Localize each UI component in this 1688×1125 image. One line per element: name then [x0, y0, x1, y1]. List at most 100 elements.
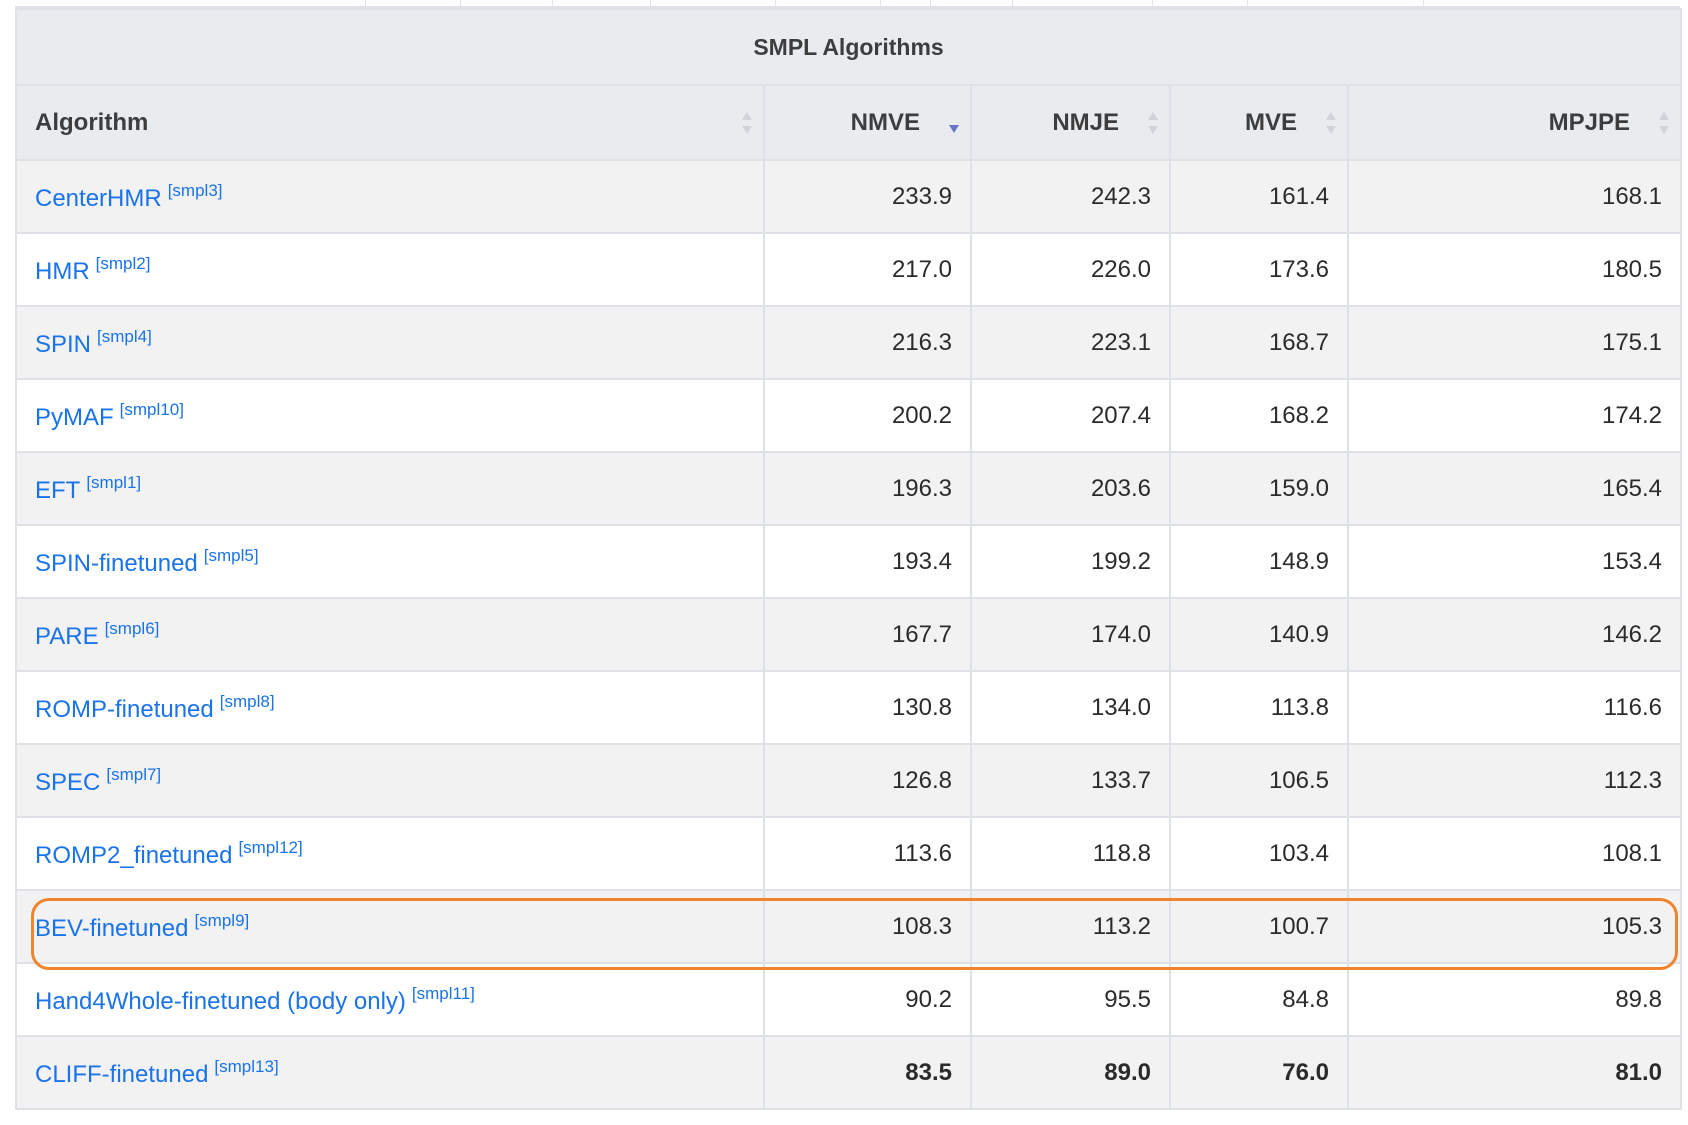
metric-cell-mve: 106.5: [1169, 743, 1349, 818]
column-header-mve[interactable]: MVE: [1169, 84, 1349, 161]
metric-cell-mpjpe: 165.4: [1346, 451, 1683, 526]
metric-cell-nmje: 207.4: [970, 378, 1171, 453]
reference-link[interactable]: [smpl9]: [194, 911, 249, 930]
reference-link[interactable]: [smpl5]: [204, 546, 259, 565]
sort-icon[interactable]: [1325, 111, 1337, 134]
metric-cell-nmve: 108.3: [763, 889, 972, 964]
sort-icon[interactable]: [741, 111, 753, 134]
metric-cell-nmje: 174.0: [970, 597, 1171, 672]
algorithm-cell: BEV-finetuned [smpl9]: [15, 889, 765, 964]
column-header-label: NMVE: [850, 108, 920, 136]
metric-cell-nmve: 130.8: [763, 670, 972, 745]
table-row: ROMP-finetuned [smpl8] 130.8 134.0 113.8 116.…: [15, 670, 1683, 745]
algorithm-link[interactable]: ROMP-finetuned: [35, 696, 214, 723]
metric-cell-mve: 84.8: [1169, 962, 1349, 1037]
metric-cell-nmve: 126.8: [763, 743, 972, 818]
reference-link[interactable]: [smpl2]: [96, 254, 151, 273]
metric-cell-mve: 159.0: [1169, 451, 1349, 526]
algorithm-link[interactable]: HMR: [35, 258, 90, 285]
metric-cell-mpjpe: 146.2: [1346, 597, 1683, 672]
table-row: HMR [smpl2] 217.0 226.0 173.6 180.5: [15, 232, 1683, 307]
smpl-algorithms-table: SMPL Algorithms Algorithm NMVE NMJE MVE MPJP…: [14, 8, 1683, 1110]
metric-cell-nmje: 89.0: [970, 1035, 1171, 1110]
reference-link[interactable]: [smpl12]: [238, 838, 302, 857]
metric-cell-nmje: 95.5: [970, 962, 1171, 1037]
algorithm-cell: CLIFF-finetuned [smpl13]: [15, 1035, 765, 1110]
metric-cell-mve: 168.2: [1169, 378, 1349, 453]
metric-cell-nmje: 134.0: [970, 670, 1171, 745]
metric-cell-mve: 148.9: [1169, 524, 1349, 599]
reference-link[interactable]: [smpl4]: [97, 327, 152, 346]
column-header-label: MVE: [1244, 108, 1297, 136]
table-row: ROMP2_finetuned [smpl12] 113.6 118.8 103.4 10…: [15, 816, 1683, 891]
algorithm-link[interactable]: ROMP2_finetuned: [35, 842, 232, 869]
table-row: Hand4Whole-finetuned (body only) [smpl11]…: [15, 962, 1683, 1037]
column-header-nmje[interactable]: NMJE: [970, 84, 1171, 161]
algorithm-link[interactable]: PyMAF: [35, 404, 114, 431]
algorithm-link[interactable]: BEV-finetuned: [35, 915, 188, 942]
metric-cell-nmje: 242.3: [970, 159, 1171, 234]
table-row: CLIFF-finetuned [smpl13] 83.5 89.0 76.0 81.0: [15, 1035, 1683, 1110]
column-header-algorithm[interactable]: Algorithm: [15, 84, 765, 161]
algorithm-link[interactable]: PARE: [35, 623, 99, 650]
metric-cell-nmje: 199.2: [970, 524, 1171, 599]
table-row: EFT [smpl1] 196.3 203.6 159.0 165.4: [15, 451, 1683, 526]
column-header-mpjpe[interactable]: MPJPE: [1346, 84, 1683, 161]
algorithm-link[interactable]: SPIN-finetuned: [35, 550, 198, 577]
column-header-label: Algorithm: [35, 108, 149, 136]
algorithm-cell: HMR [smpl2]: [15, 232, 765, 307]
reference-link[interactable]: [smpl1]: [86, 473, 141, 492]
algorithm-link[interactable]: SPEC: [35, 769, 100, 796]
algorithm-cell: Hand4Whole-finetuned (body only) [smpl11]: [15, 962, 765, 1037]
algorithm-cell: SPIN [smpl4]: [15, 305, 765, 380]
reference-link[interactable]: [smpl10]: [120, 400, 184, 419]
reference-link[interactable]: [smpl7]: [106, 765, 161, 784]
table-row: PARE [smpl6] 167.7 174.0 140.9 146.2: [15, 597, 1683, 672]
table-row: CenterHMR [smpl3] 233.9 242.3 161.4 168.1: [15, 159, 1683, 234]
metric-cell-mpjpe: 153.4: [1346, 524, 1683, 599]
column-header-nmve[interactable]: NMVE: [763, 84, 972, 161]
metric-cell-mpjpe: 108.1: [1346, 816, 1683, 891]
sort-icon[interactable]: [1658, 111, 1670, 134]
algorithm-link[interactable]: Hand4Whole-finetuned (body only): [35, 988, 406, 1015]
algorithm-link[interactable]: SPIN: [35, 331, 91, 358]
algorithm-cell: ROMP2_finetuned [smpl12]: [15, 816, 765, 891]
metric-cell-mve: 173.6: [1169, 232, 1349, 307]
algorithm-cell: ROMP-finetuned [smpl8]: [15, 670, 765, 745]
metric-cell-nmve: 90.2: [763, 962, 972, 1037]
reference-link[interactable]: [smpl3]: [168, 181, 223, 200]
algorithm-link[interactable]: CenterHMR: [35, 185, 162, 212]
algorithm-link[interactable]: EFT: [35, 477, 80, 504]
algorithm-cell: EFT [smpl1]: [15, 451, 765, 526]
algorithm-cell: PyMAF [smpl10]: [15, 378, 765, 453]
metric-cell-mpjpe: 116.6: [1346, 670, 1683, 745]
algorithm-cell: SPIN-finetuned [smpl5]: [15, 524, 765, 599]
metric-cell-mve: 113.8: [1169, 670, 1349, 745]
metric-cell-nmve: 217.0: [763, 232, 972, 307]
metric-cell-mpjpe: 168.1: [1346, 159, 1683, 234]
metric-cell-mve: 140.9: [1169, 597, 1349, 672]
table-row: SPIN-finetuned [smpl5] 193.4 199.2 148.9 153.…: [15, 524, 1683, 599]
table-row: BEV-finetuned [smpl9] 108.3 113.2 100.7 105.3: [15, 889, 1683, 964]
sort-icon[interactable]: [1147, 111, 1159, 134]
algorithm-cell: PARE [smpl6]: [15, 597, 765, 672]
reference-link[interactable]: [smpl11]: [412, 984, 475, 1003]
metric-cell-nmje: 226.0: [970, 232, 1171, 307]
reference-link[interactable]: [smpl6]: [105, 619, 160, 638]
reference-link[interactable]: [smpl8]: [220, 692, 275, 711]
metric-cell-nmve: 113.6: [763, 816, 972, 891]
metric-cell-mve: 100.7: [1169, 889, 1349, 964]
metric-cell-mpjpe: 174.2: [1346, 378, 1683, 453]
metric-cell-nmve: 233.9: [763, 159, 972, 234]
metric-cell-nmve: 196.3: [763, 451, 972, 526]
metric-cell-mpjpe: 81.0: [1346, 1035, 1683, 1110]
metric-cell-mve: 168.7: [1169, 305, 1349, 380]
metric-cell-mpjpe: 105.3: [1346, 889, 1683, 964]
table-row: PyMAF [smpl10] 200.2 207.4 168.2 174.2: [15, 378, 1683, 453]
reference-link[interactable]: [smpl13]: [214, 1057, 278, 1076]
metric-cell-mve: 103.4: [1169, 816, 1349, 891]
metric-cell-nmje: 223.1: [970, 305, 1171, 380]
table-caption: SMPL Algorithms: [14, 8, 1683, 86]
algorithm-link[interactable]: CLIFF-finetuned: [35, 1061, 208, 1088]
sort-descending-icon[interactable]: [948, 112, 960, 134]
